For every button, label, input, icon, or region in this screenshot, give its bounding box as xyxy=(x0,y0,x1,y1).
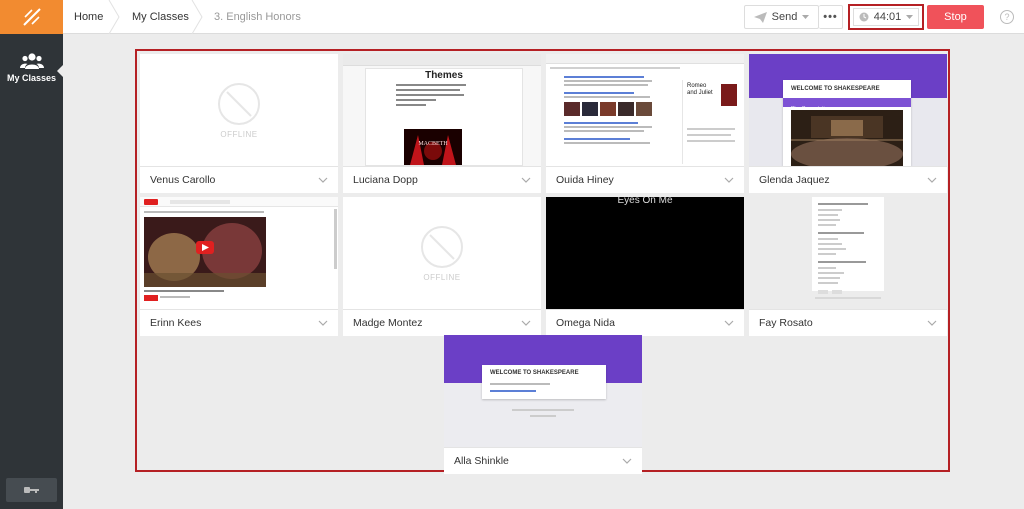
student-tile[interactable]: OFFLINE Madge Montez xyxy=(343,197,541,336)
app-logo[interactable] xyxy=(0,0,63,34)
tile-footer: Alla Shinkle xyxy=(444,447,642,474)
student-name: Omega Nida xyxy=(556,317,615,329)
clock-icon xyxy=(859,12,869,22)
tile-footer: Omega Nida xyxy=(546,309,744,336)
student-tile[interactable]: WELCOME TO SHAKESPEARE Play Presentation… xyxy=(749,54,947,193)
student-tile[interactable]: Erinn Kees xyxy=(140,197,338,336)
logo-icon xyxy=(22,8,41,26)
key-icon xyxy=(23,487,39,493)
users-icon xyxy=(19,53,44,69)
screen-thumbnail: WELCOME TO SHAKESPEARE Play Presentation… xyxy=(749,54,947,166)
tile-footer: Ouida Hiney xyxy=(546,166,744,193)
screen-thumbnail: WELCOME TO SHAKESPEARE xyxy=(444,335,642,447)
screen-thumbnail: OFFLINE xyxy=(343,197,541,309)
breadcrumb-separator-icon xyxy=(191,0,203,34)
tile-footer: Venus Carollo xyxy=(140,166,338,193)
screen-thumbnail: Romeo and Juliet xyxy=(546,54,744,166)
screen-thumbnail: OFFLINE xyxy=(140,54,338,166)
student-name: Alla Shinkle xyxy=(454,455,509,467)
breadcrumb-separator-icon xyxy=(108,0,120,34)
caret-down-icon xyxy=(906,14,914,19)
send-label: Send xyxy=(771,11,798,23)
tile-footer: Fay Rosato xyxy=(749,309,947,336)
chevron-down-icon[interactable] xyxy=(521,175,531,185)
help-icon[interactable]: ? xyxy=(1000,10,1014,24)
student-name: Luciana Dopp xyxy=(353,174,418,186)
breadcrumb-home[interactable]: Home xyxy=(74,0,103,34)
caret-down-icon xyxy=(802,14,810,19)
student-name: Glenda Jaquez xyxy=(759,174,830,186)
offline-icon xyxy=(218,82,260,125)
sidebar: My Classes xyxy=(0,0,63,509)
tile-footer: Erinn Kees xyxy=(140,309,338,336)
screen-thumbnail xyxy=(140,197,338,309)
paper-plane-icon xyxy=(753,11,767,23)
timer-value: 44:01 xyxy=(873,11,902,23)
nav-item-label: My Classes xyxy=(6,73,57,83)
sidebar-toggle-button[interactable] xyxy=(6,478,57,502)
student-name: Madge Montez xyxy=(353,317,423,329)
theatre-image xyxy=(791,110,903,166)
student-name: Venus Carollo xyxy=(150,174,216,186)
offline-label: OFFLINE xyxy=(423,272,461,282)
macbeth-label: MACBETH xyxy=(418,141,448,147)
video-title: Eyes On Me xyxy=(617,197,673,206)
offline-icon xyxy=(421,225,463,268)
timer-highlight: 44:01 xyxy=(848,4,924,30)
tile-footer: Luciana Dopp xyxy=(343,166,541,193)
student-tile[interactable]: Eyes On Me Omega Nida xyxy=(546,197,744,336)
video-player[interactable] xyxy=(144,217,266,287)
offline-label: OFFLINE xyxy=(220,129,258,139)
send-button[interactable]: Send xyxy=(744,5,819,29)
top-bar: Home My Classes 3. English Honors Send •… xyxy=(63,0,1024,34)
tile-footer: Madge Montez xyxy=(343,309,541,336)
chevron-down-icon[interactable] xyxy=(927,175,937,185)
stop-button[interactable]: Stop xyxy=(927,5,984,29)
chevron-down-icon[interactable] xyxy=(724,175,734,185)
chevron-down-icon[interactable] xyxy=(318,318,328,328)
chevron-down-icon[interactable] xyxy=(927,318,937,328)
student-name: Erinn Kees xyxy=(150,317,202,329)
knowledge-panel-title: Romeo and Juliet xyxy=(687,83,713,96)
macbeth-image xyxy=(410,135,456,165)
breadcrumb-current: 3. English Honors xyxy=(214,11,301,23)
chevron-down-icon[interactable] xyxy=(521,318,531,328)
page-title: WELCOME TO SHAKESPEARE xyxy=(490,370,579,376)
active-pointer xyxy=(57,65,63,77)
timer-dropdown[interactable]: 44:01 xyxy=(853,8,919,26)
screen-thumbnail: Eyes On Me xyxy=(546,197,744,309)
chevron-down-icon[interactable] xyxy=(318,175,328,185)
chevron-down-icon[interactable] xyxy=(724,318,734,328)
chevron-down-icon[interactable] xyxy=(622,456,632,466)
nav-item-my-classes[interactable]: My Classes xyxy=(0,52,63,102)
breadcrumb-my-classes[interactable]: My Classes xyxy=(132,0,189,34)
screen-thumbnail xyxy=(749,197,947,309)
doc-title: Themes xyxy=(425,70,463,81)
screen-thumbnail: Themes MACBETH xyxy=(343,54,541,166)
student-name: Fay Rosato xyxy=(759,317,813,329)
student-name: Ouida Hiney xyxy=(556,174,614,186)
student-tile[interactable]: WELCOME TO SHAKESPEARE Alla Shinkle xyxy=(444,335,642,474)
student-tile[interactable]: OFFLINE Venus Carollo xyxy=(140,54,338,193)
more-options-button[interactable]: ••• xyxy=(819,5,843,29)
student-screens-grid: OFFLINE Venus Carollo Themes MACBETH Luc… xyxy=(135,49,950,474)
student-tile[interactable]: Fay Rosato xyxy=(749,197,947,336)
student-tile[interactable]: Themes MACBETH Luciana Dopp xyxy=(343,54,541,193)
tile-footer: Glenda Jaquez xyxy=(749,166,947,193)
page-title: WELCOME TO SHAKESPEARE xyxy=(791,86,880,92)
student-tile[interactable]: Romeo and Juliet Ouida Hiney xyxy=(546,54,744,193)
